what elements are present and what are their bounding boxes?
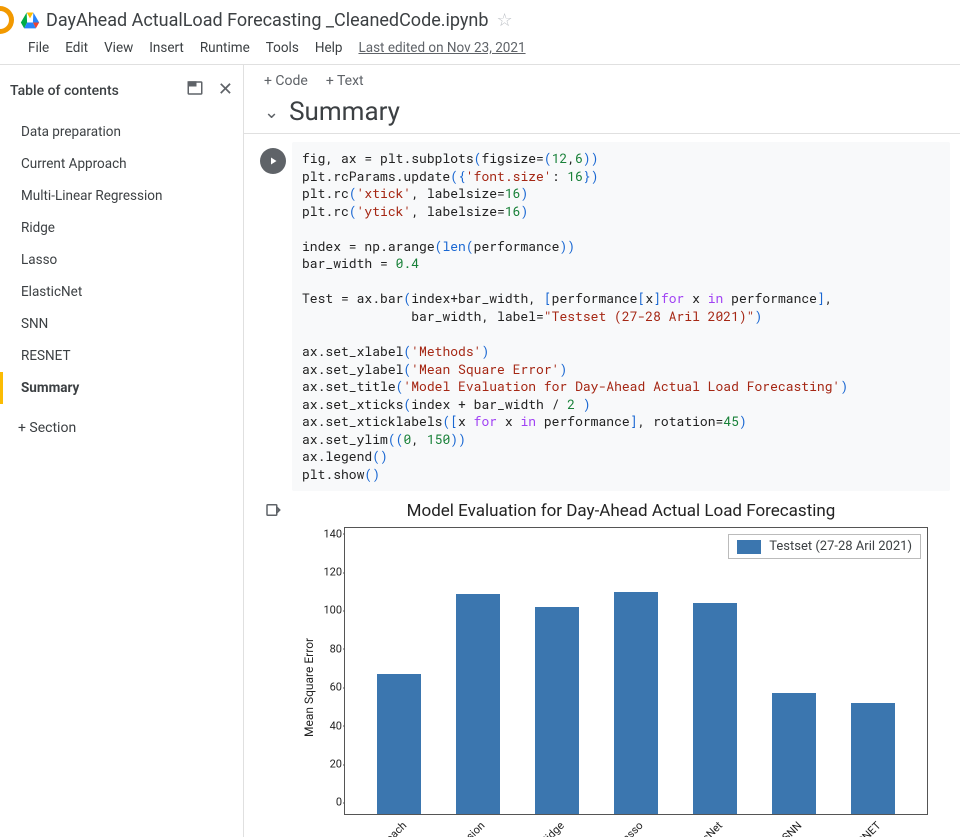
chart-ytick: 140 xyxy=(320,527,342,540)
chart-xticklabel: ElasticNet xyxy=(681,819,725,837)
chart-xticklabel: Current Approach xyxy=(339,819,409,837)
chart-xticklabels: Current ApproachMulti-Linear RegressionR… xyxy=(344,815,928,837)
menu-help[interactable]: Help xyxy=(315,40,343,56)
code-editor[interactable]: fig, ax = plt.subplots(figsize=(12,6)) p… xyxy=(292,142,950,491)
toc-item[interactable]: SNN xyxy=(0,308,243,340)
chart-xticklabel: Lasso xyxy=(616,819,646,837)
code-cell[interactable]: fig, ax = plt.subplots(figsize=(12,6)) p… xyxy=(254,142,950,491)
toc-item[interactable]: Current Approach xyxy=(0,148,243,180)
toc-item[interactable]: Lasso xyxy=(0,244,243,276)
clear-output-icon[interactable] xyxy=(264,501,282,837)
toc-item-list: Data preparationCurrent ApproachMulti-Li… xyxy=(0,112,243,408)
menu-file[interactable]: File xyxy=(28,40,49,56)
star-icon[interactable]: ☆ xyxy=(496,10,512,31)
toc-item[interactable]: Data preparation xyxy=(0,116,243,148)
add-text-button[interactable]: + Text xyxy=(326,73,364,89)
notebook-title[interactable]: DayAhead ActualLoad Forecasting _Cleaned… xyxy=(46,10,488,31)
chart-bar xyxy=(772,693,816,814)
drive-icon xyxy=(20,10,40,30)
menu-insert[interactable]: Insert xyxy=(149,40,184,56)
toc-item[interactable]: Multi-Linear Regression xyxy=(0,180,243,212)
chart-bar xyxy=(377,674,421,814)
chart-ytick: 100 xyxy=(320,604,342,617)
chart-xticklabel: Ridge xyxy=(538,819,567,837)
section-header[interactable]: ⌄ Summary xyxy=(244,97,960,134)
chart-ytick: 20 xyxy=(320,758,342,771)
toc-item[interactable]: Summary xyxy=(0,372,243,404)
chart-ytick: 60 xyxy=(320,681,342,694)
run-cell-button[interactable] xyxy=(260,148,286,174)
toc-close-icon[interactable]: ✕ xyxy=(218,79,233,102)
cell-toolbar: + Code + Text xyxy=(244,65,960,97)
chart-xticklabel: Multi-Linear Regression xyxy=(397,819,488,837)
section-title: Summary xyxy=(289,97,400,127)
chart-ytick: 40 xyxy=(320,719,342,732)
menu-runtime[interactable]: Runtime xyxy=(200,40,250,56)
chart-ylabel: Mean Square Error xyxy=(302,638,316,737)
chevron-down-icon[interactable]: ⌄ xyxy=(264,102,279,123)
notebook-area: + Code + Text ⌄ Summary fig, ax = plt.su… xyxy=(244,65,960,837)
chart-ytick: 0 xyxy=(320,796,342,809)
last-edited-link[interactable]: Last edited on Nov 23, 2021 xyxy=(358,40,525,56)
toc-move-to-tab-icon[interactable] xyxy=(186,79,204,102)
app-header: DayAhead ActualLoad Forecasting _Cleaned… xyxy=(0,0,960,34)
chart-bar xyxy=(456,594,500,815)
toc-item[interactable]: ElasticNet xyxy=(0,276,243,308)
chart-yticks: 0 20 40 60 80 100 120 140 xyxy=(320,527,342,815)
toc-item[interactable]: Ridge xyxy=(0,212,243,244)
chart-output: Model Evaluation for Day-Ahead Actual Lo… xyxy=(292,497,950,837)
menu-view[interactable]: View xyxy=(104,40,133,56)
chart-ytick: 80 xyxy=(320,642,342,655)
chart-bar xyxy=(851,703,895,814)
chart-plot-area: Testset (27-28 Aril 2021) xyxy=(344,527,928,815)
add-code-button[interactable]: + Code xyxy=(264,73,308,89)
chart-ytick: 120 xyxy=(320,566,342,579)
menu-edit[interactable]: Edit xyxy=(65,40,88,56)
table-of-contents-panel: Table of contents ✕ Data preparationCurr… xyxy=(0,65,244,837)
output-cell: Model Evaluation for Day-Ahead Actual Lo… xyxy=(254,497,950,837)
add-section-button[interactable]: + Section xyxy=(0,408,243,448)
chart-xticklabel: RESNET xyxy=(846,819,884,837)
chart-bar xyxy=(614,592,658,815)
menu-bar: File Edit View Insert Runtime Tools Help… xyxy=(0,34,960,64)
toc-title: Table of contents xyxy=(10,83,119,99)
colab-logo-icon xyxy=(0,6,14,34)
chart-title: Model Evaluation for Day-Ahead Actual Lo… xyxy=(296,501,946,521)
chart-bar xyxy=(535,607,579,814)
chart-bar xyxy=(693,603,737,814)
chart-xticklabel: SNN xyxy=(780,819,805,837)
menu-tools[interactable]: Tools xyxy=(266,40,299,56)
toc-item[interactable]: RESNET xyxy=(0,340,243,372)
